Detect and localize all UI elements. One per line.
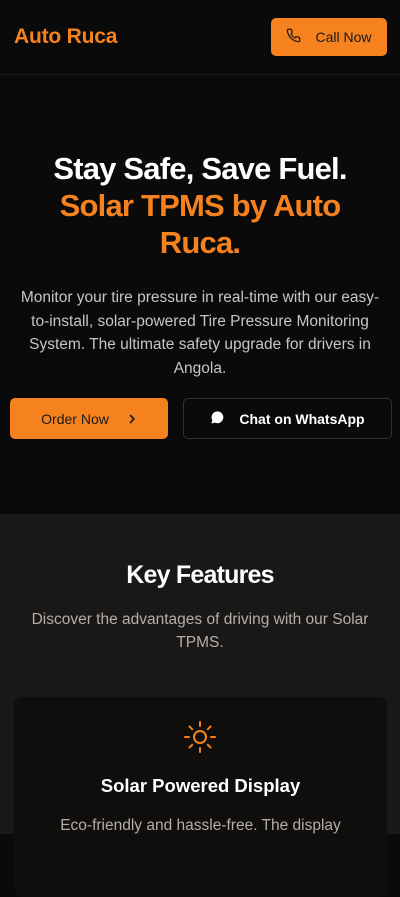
- chat-bubble-icon: [210, 410, 225, 428]
- hero-section: Stay Safe, Save Fuel. Solar TPMS by Auto…: [0, 76, 400, 514]
- feature-card-title: Solar Powered Display: [100, 775, 301, 796]
- hero-title-line2: Solar TPMS by Auto Ruca.: [59, 188, 342, 260]
- whatsapp-chat-button[interactable]: Chat on WhatsApp: [183, 398, 392, 439]
- site-header: Auto Ruca Call Now: [0, 0, 400, 75]
- features-title: Key Features: [126, 561, 274, 589]
- call-now-button[interactable]: Call Now: [271, 18, 387, 56]
- feature-card-description: Eco-friendly and hassle-free. The displa…: [60, 817, 341, 834]
- sun-icon: [184, 721, 216, 753]
- chevron-right-icon: [127, 411, 137, 427]
- call-now-label: Call Now: [315, 29, 372, 45]
- hero-description: Monitor your tire pressure in real-time …: [20, 289, 380, 377]
- whatsapp-chat-label: Chat on WhatsApp: [239, 410, 365, 427]
- order-now-label: Order Now: [41, 410, 109, 427]
- key-features-section: Key Features Discover the advantages of …: [0, 514, 400, 897]
- phone-icon: [286, 28, 301, 46]
- hero-title: Stay Safe, Save Fuel. Solar TPMS by Auto…: [0, 150, 400, 261]
- features-subtitle: Discover the advantages of driving with …: [31, 611, 369, 651]
- order-now-button[interactable]: Order Now: [10, 398, 168, 439]
- hero-title-line1: Stay Safe, Save Fuel.: [53, 151, 347, 186]
- brand-logo[interactable]: Auto Ruca: [14, 25, 117, 49]
- feature-card: Solar Powered Display Eco-friendly and h…: [14, 697, 387, 897]
